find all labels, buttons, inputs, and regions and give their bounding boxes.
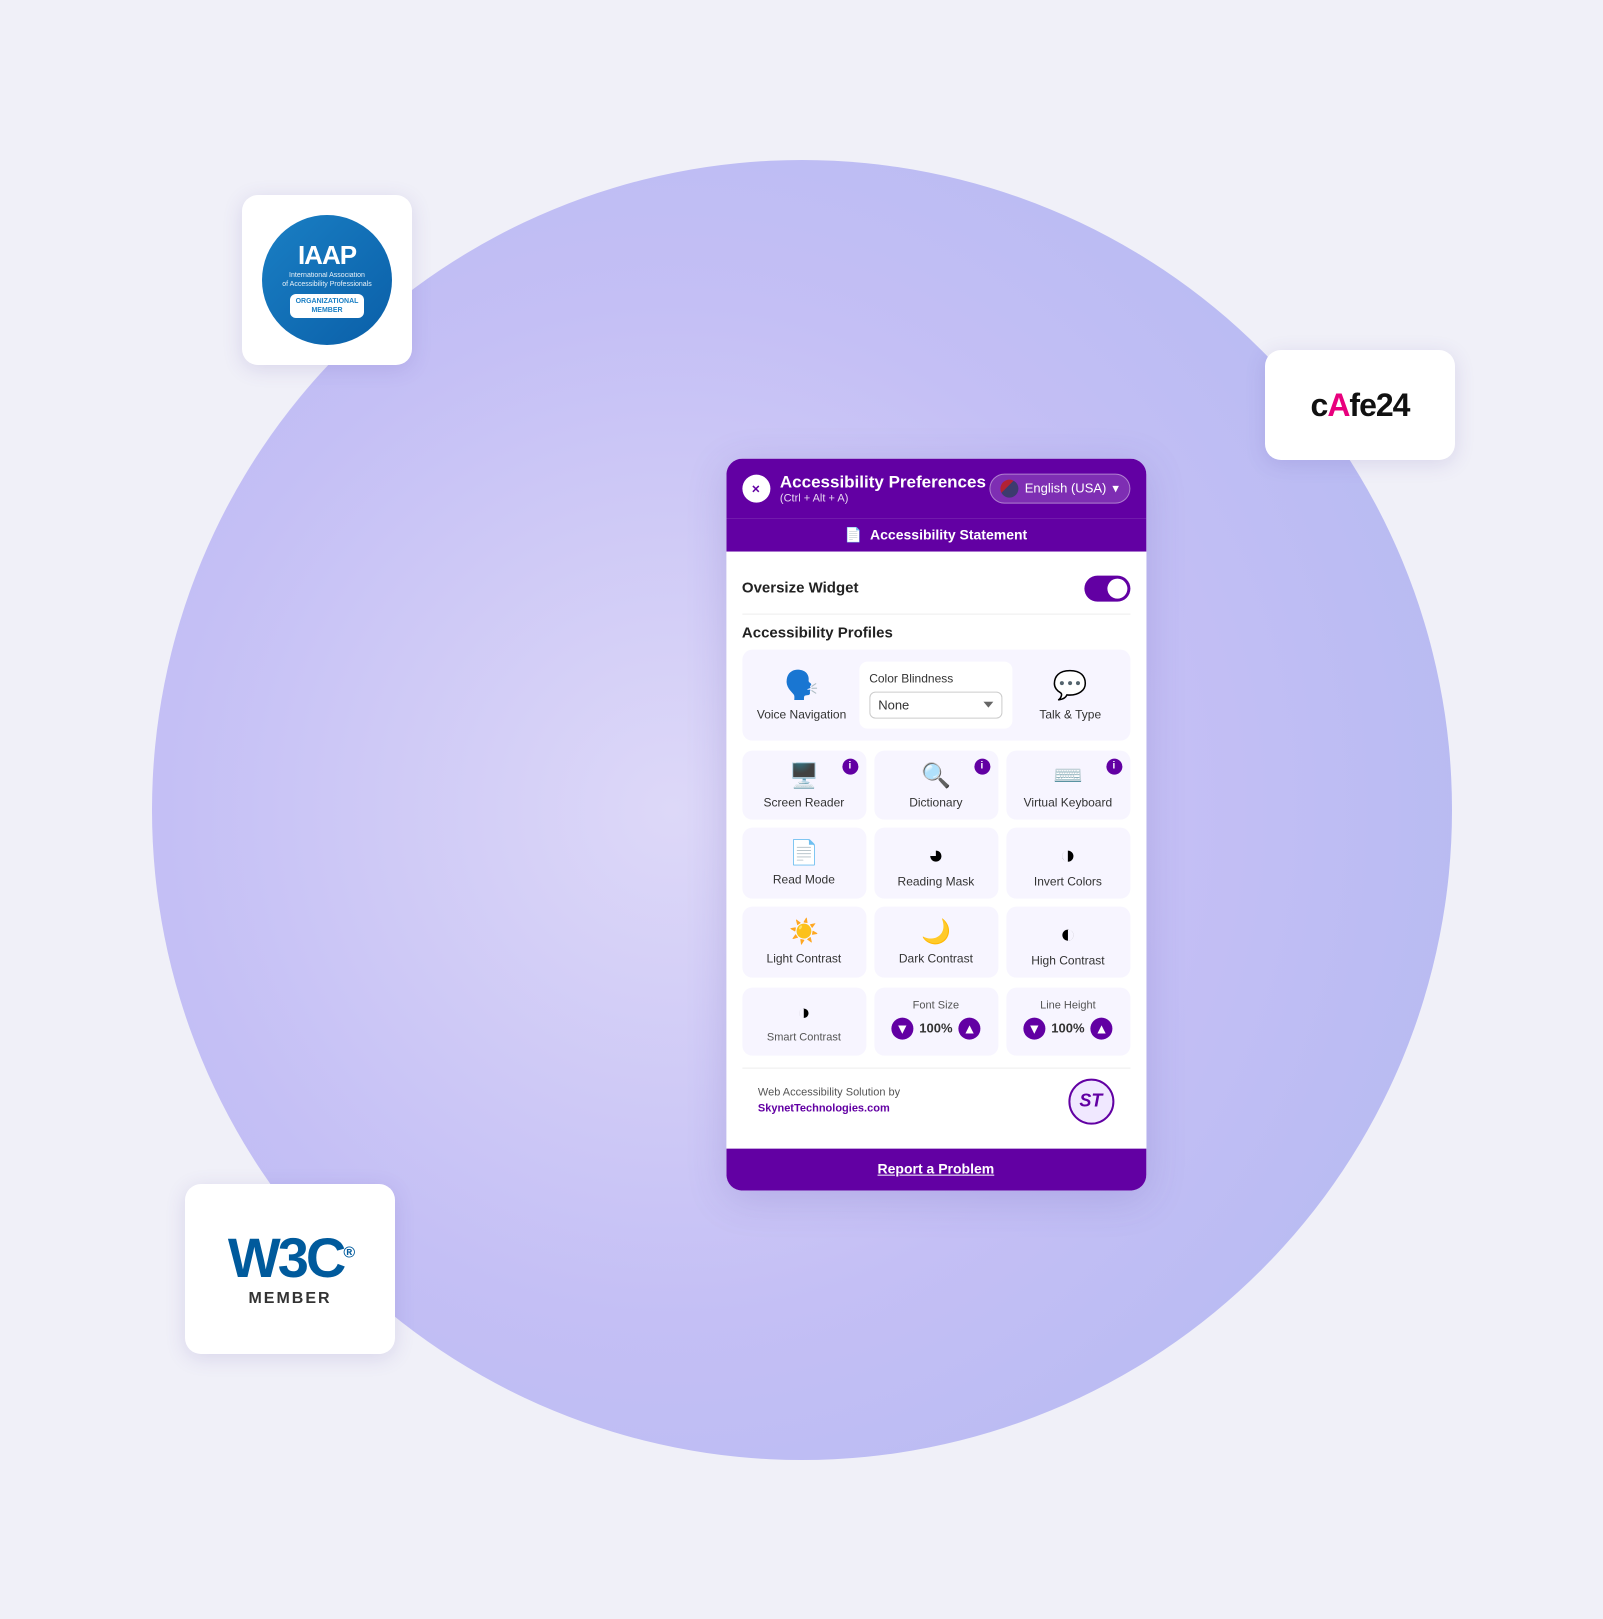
line-height-increase-button[interactable]: ▲ [1091, 1017, 1113, 1039]
line-height-controls: ▼ 100% ▲ [1023, 1017, 1112, 1039]
color-blindness-select[interactable]: None [869, 691, 1002, 718]
smart-contrast-icon: ◑ [797, 999, 810, 1025]
color-blindness-box: Color Blindness None [859, 661, 1012, 728]
dark-contrast-button[interactable]: 🌙 Dark Contrast [874, 906, 998, 977]
shortcut-label: (Ctrl + Alt + A) [780, 492, 986, 504]
font-size-controls: ▼ 100% ▲ [891, 1017, 980, 1039]
read-mode-icon: 📄 [789, 841, 819, 865]
screen-reader-button[interactable]: i 🖥️ Screen Reader [742, 750, 866, 819]
stmt-label: Accessibility Statement [870, 527, 1027, 543]
dictionary-label: Dictionary [909, 795, 962, 809]
talk-and-type-icon: 💬 [1053, 668, 1088, 701]
widget-panel: × Accessibility Preferences (Ctrl + Alt … [726, 458, 1146, 1190]
light-contrast-label: Light Contrast [767, 951, 842, 965]
w3c-badge: W3C® MEMBER [185, 1184, 395, 1354]
dictionary-icon: 🔍 [921, 764, 951, 788]
iaap-title: IAAP [298, 242, 356, 268]
invert-colors-label: Invert Colors [1034, 874, 1102, 888]
font-size-increase-button[interactable]: ▲ [959, 1017, 981, 1039]
w3c-member-label: MEMBER [248, 1290, 331, 1308]
dictionary-button[interactable]: i 🔍 Dictionary [874, 750, 998, 819]
footer-logo: ST [1068, 1078, 1114, 1124]
read-mode-label: Read Mode [773, 872, 835, 886]
font-size-value: 100% [919, 1021, 952, 1036]
widget-body: Oversize Widget Accessibility Profiles 🗣… [726, 551, 1146, 1148]
font-size-cell: Font Size ▼ 100% ▲ [874, 987, 998, 1055]
profiles-label: Accessibility Profiles [742, 614, 1130, 649]
close-button[interactable]: × [742, 474, 770, 502]
smart-contrast-label: Smart Contrast [767, 1031, 841, 1043]
header-left: × Accessibility Preferences (Ctrl + Alt … [742, 472, 986, 504]
font-size-decrease-button[interactable]: ▼ [891, 1017, 913, 1039]
footer-link[interactable]: SkynetTechnologies.com [758, 1102, 890, 1114]
flag-icon [1001, 479, 1019, 497]
oversize-toggle[interactable] [1084, 575, 1130, 601]
dark-contrast-icon: 🌙 [921, 920, 951, 944]
chevron-down-icon: ▾ [1112, 480, 1119, 496]
report-problem-button[interactable]: Report a Problem [878, 1160, 995, 1176]
high-contrast-button[interactable]: ◐ High Contrast [1006, 906, 1130, 977]
iaap-org-label: ORGANIZATIONALMEMBER [290, 294, 365, 318]
oversize-label: Oversize Widget [742, 580, 859, 597]
w3c-logo: W3C® [228, 1230, 352, 1286]
iaap-subtitle: International Associationof Accessibilit… [282, 271, 371, 289]
dark-contrast-label: Dark Contrast [899, 951, 973, 965]
color-blindness-label: Color Blindness [869, 671, 1002, 685]
high-contrast-icon: ◐ [1060, 920, 1076, 946]
font-size-label: Font Size [913, 999, 959, 1011]
virtual-keyboard-button[interactable]: i ⌨️ Virtual Keyboard [1006, 750, 1130, 819]
document-icon: 📄 [845, 526, 862, 543]
voice-navigation-label: Voice Navigation [757, 707, 846, 721]
smart-contrast-cell[interactable]: ◑ Smart Contrast [742, 987, 866, 1055]
reading-mask-icon: ◕ [928, 841, 944, 867]
line-height-label: Line Height [1040, 999, 1096, 1011]
talk-and-type-label: Talk & Type [1039, 707, 1101, 721]
high-contrast-label: High Contrast [1031, 953, 1104, 967]
voice-navigation-item[interactable]: 🗣️ Voice Navigation [754, 661, 849, 728]
oversize-row: Oversize Widget [742, 567, 1130, 614]
reading-mask-label: Reading Mask [898, 874, 975, 888]
voice-navigation-icon: 🗣️ [784, 668, 819, 701]
widget-header: × Accessibility Preferences (Ctrl + Alt … [726, 458, 1146, 518]
screen-reader-label: Screen Reader [764, 795, 845, 809]
language-button[interactable]: English (USA) ▾ [990, 473, 1130, 503]
invert-colors-button[interactable]: ◑ Invert Colors [1006, 827, 1130, 898]
lang-label: English (USA) [1025, 481, 1107, 496]
screen-reader-icon: 🖥️ [789, 764, 819, 788]
invert-colors-icon: ◑ [1060, 841, 1076, 867]
line-height-value: 100% [1051, 1021, 1084, 1036]
cafe24-badge: cAfe24 [1265, 350, 1455, 460]
light-contrast-button[interactable]: ☀️ Light Contrast [742, 906, 866, 977]
virtual-keyboard-label: Virtual Keyboard [1024, 795, 1113, 809]
report-bar: Report a Problem [726, 1148, 1146, 1190]
adjust-row: ◑ Smart Contrast Font Size ▼ 100% ▲ Line… [742, 987, 1130, 1055]
main-title: Accessibility Preferences [780, 472, 986, 492]
info-icon: i [974, 758, 990, 774]
line-height-cell: Line Height ▼ 100% ▲ [1006, 987, 1130, 1055]
cafe24-logo: cAfe24 [1311, 387, 1410, 424]
header-title-block: Accessibility Preferences (Ctrl + Alt + … [780, 472, 986, 504]
accessibility-statement-bar[interactable]: 📄 Accessibility Statement [726, 518, 1146, 551]
widget-footer: Web Accessibility Solution by SkynetTech… [742, 1067, 1130, 1132]
reading-mask-button[interactable]: ◕ Reading Mask [874, 827, 998, 898]
features-grid: i 🖥️ Screen Reader i 🔍 Dictionary i ⌨️ V… [742, 750, 1130, 977]
line-height-decrease-button[interactable]: ▼ [1023, 1017, 1045, 1039]
virtual-keyboard-icon: ⌨️ [1053, 764, 1083, 788]
read-mode-button[interactable]: 📄 Read Mode [742, 827, 866, 898]
profile-top-row: 🗣️ Voice Navigation Color Blindness None… [742, 649, 1130, 740]
iaap-badge: IAAP International Associationof Accessi… [242, 195, 412, 365]
footer-text: Web Accessibility Solution by SkynetTech… [758, 1086, 900, 1117]
talk-and-type-item[interactable]: 💬 Talk & Type [1023, 661, 1118, 728]
light-contrast-icon: ☀️ [789, 920, 819, 944]
toggle-knob [1107, 578, 1127, 598]
info-icon: i [1106, 758, 1122, 774]
info-icon: i [842, 758, 858, 774]
